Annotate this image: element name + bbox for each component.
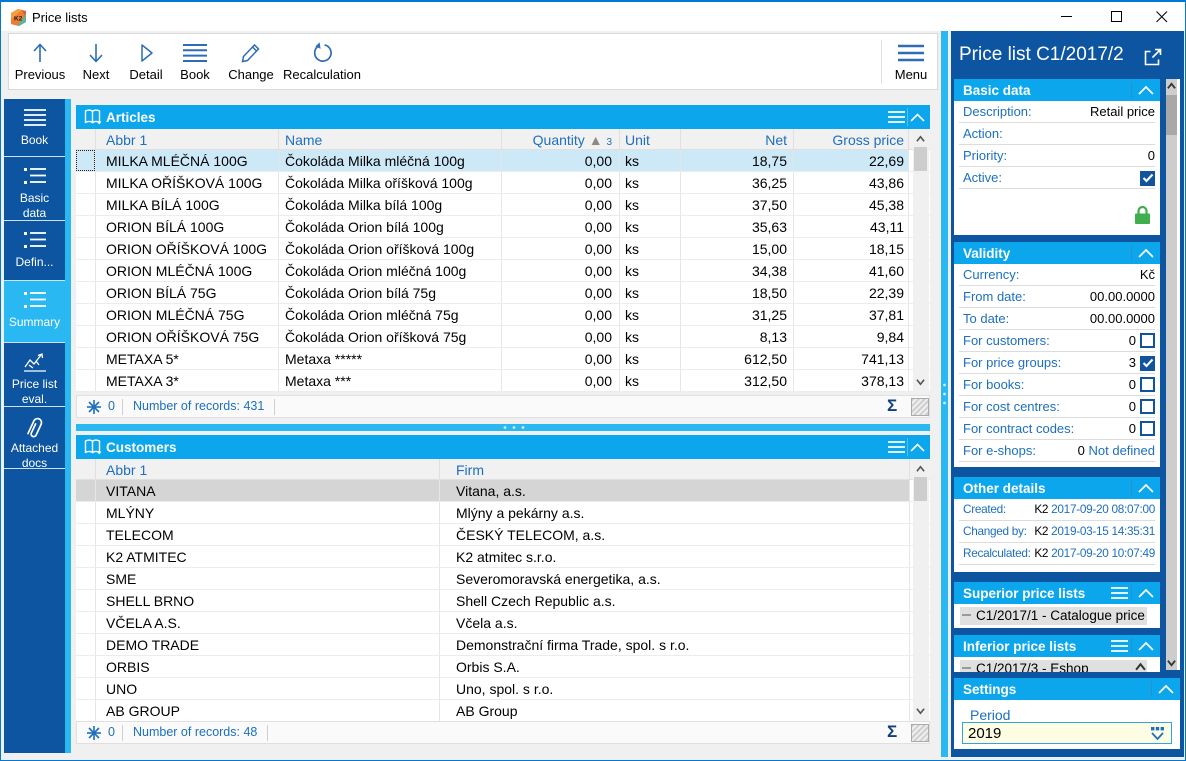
svg-text:K2: K2 [14,16,23,23]
